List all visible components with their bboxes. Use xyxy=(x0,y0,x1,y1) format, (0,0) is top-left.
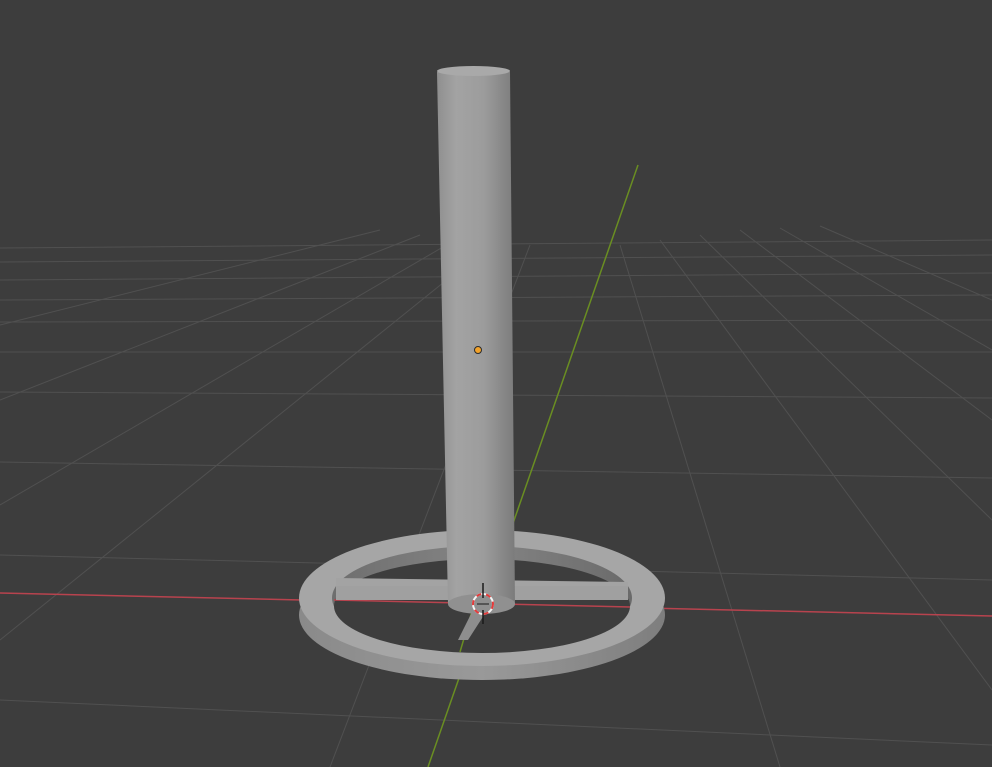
origin-dot-icon xyxy=(474,346,482,354)
cylinder[interactable] xyxy=(437,66,515,614)
cylinder-body xyxy=(437,72,515,604)
3d-viewport[interactable] xyxy=(0,0,992,767)
cylinder-top-cap xyxy=(437,66,510,76)
